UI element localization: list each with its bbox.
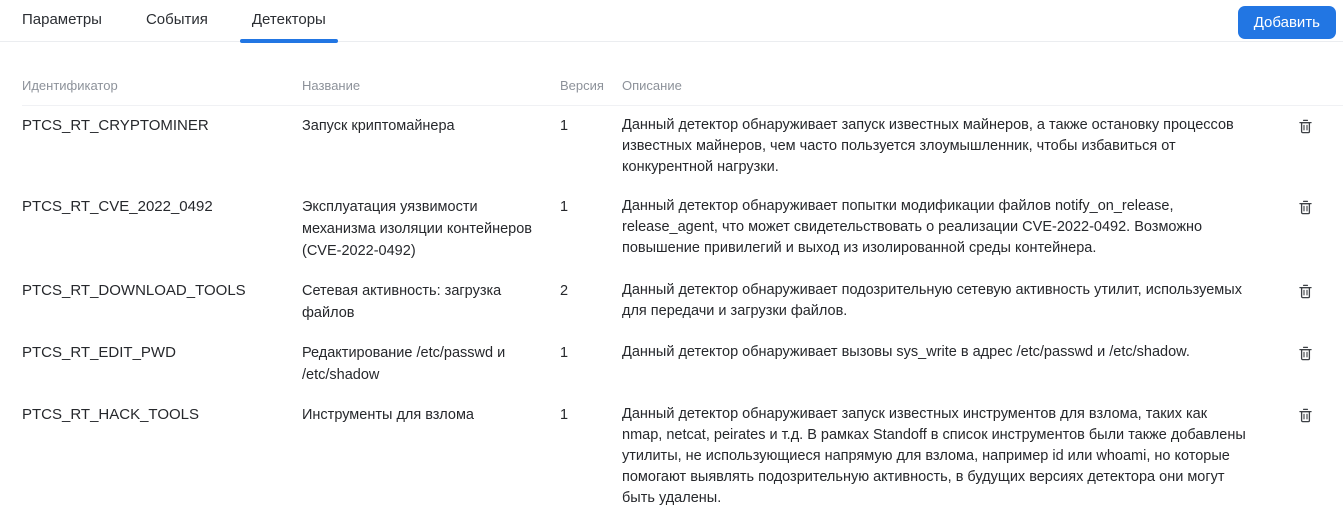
detector-version: 1 xyxy=(560,196,622,218)
detector-identifier: PTCS_RT_HACK_TOOLS xyxy=(22,404,302,426)
add-detector-button[interactable]: Добавить xyxy=(1238,6,1336,39)
trash-icon xyxy=(1299,200,1312,215)
detectors-table: Идентификатор Название Версия Описание P… xyxy=(0,78,1343,506)
tab-parameters[interactable]: Параметры xyxy=(10,1,114,41)
column-header-description: Описание xyxy=(622,78,1270,94)
table-row: PTCS_RT_HACK_TOOLS Инструменты для взлом… xyxy=(22,395,1343,506)
detector-description: Данный детектор обнаруживает попытки мод… xyxy=(622,196,1270,259)
table-header-row: Идентификатор Название Версия Описание xyxy=(22,78,1343,106)
detector-identifier: PTCS_RT_EDIT_PWD xyxy=(22,342,302,364)
table-body: PTCS_RT_CRYPTOMINER Запуск криптомайнера… xyxy=(22,106,1343,506)
table-row: PTCS_RT_CVE_2022_0492 Эксплуатация уязви… xyxy=(22,187,1343,271)
detector-version: 1 xyxy=(560,115,622,137)
detector-name: Сетевая активность: загрузка файлов xyxy=(302,280,560,324)
delete-detector-button[interactable] xyxy=(1297,117,1314,136)
detector-name: Запуск криптомайнера xyxy=(302,115,560,137)
detector-version: 1 xyxy=(560,342,622,364)
tab-events[interactable]: События xyxy=(134,1,220,41)
delete-detector-button[interactable] xyxy=(1297,282,1314,301)
detector-description: Данный детектор обнаруживает запуск изве… xyxy=(622,115,1270,178)
detector-name: Редактирование /etc/passwd и /etc/shadow xyxy=(302,342,560,386)
trash-icon xyxy=(1299,284,1312,299)
detector-description: Данный детектор обнаруживает вызовы sys_… xyxy=(622,342,1270,363)
detector-description: Данный детектор обнаруживает запуск изве… xyxy=(622,404,1270,506)
tab-bar: Параметры События Детекторы xyxy=(0,0,1343,42)
detectors-page: Параметры События Детекторы Добавить Иде… xyxy=(0,0,1343,506)
column-header-version: Версия xyxy=(560,78,622,94)
delete-detector-button[interactable] xyxy=(1297,198,1314,217)
detector-identifier: PTCS_RT_CRYPTOMINER xyxy=(22,115,302,137)
trash-icon xyxy=(1299,119,1312,134)
table-row: PTCS_RT_DOWNLOAD_TOOLS Сетевая активност… xyxy=(22,271,1343,333)
detector-version: 2 xyxy=(560,280,622,302)
trash-icon xyxy=(1299,408,1312,423)
table-row: PTCS_RT_CRYPTOMINER Запуск криптомайнера… xyxy=(22,106,1343,187)
trash-icon xyxy=(1299,346,1312,361)
column-header-name: Название xyxy=(302,78,560,94)
detector-name: Эксплуатация уязвимости механизма изоляц… xyxy=(302,196,560,262)
tab-detectors[interactable]: Детекторы xyxy=(240,1,338,41)
table-row: PTCS_RT_EDIT_PWD Редактирование /etc/pas… xyxy=(22,333,1343,395)
detector-version: 1 xyxy=(560,404,622,426)
delete-detector-button[interactable] xyxy=(1297,406,1314,425)
detector-identifier: PTCS_RT_CVE_2022_0492 xyxy=(22,196,302,218)
detector-description: Данный детектор обнаруживает подозритель… xyxy=(622,280,1270,322)
detector-identifier: PTCS_RT_DOWNLOAD_TOOLS xyxy=(22,280,302,302)
detector-name: Инструменты для взлома xyxy=(302,404,560,426)
delete-detector-button[interactable] xyxy=(1297,344,1314,363)
column-header-identifier: Идентификатор xyxy=(22,78,302,94)
